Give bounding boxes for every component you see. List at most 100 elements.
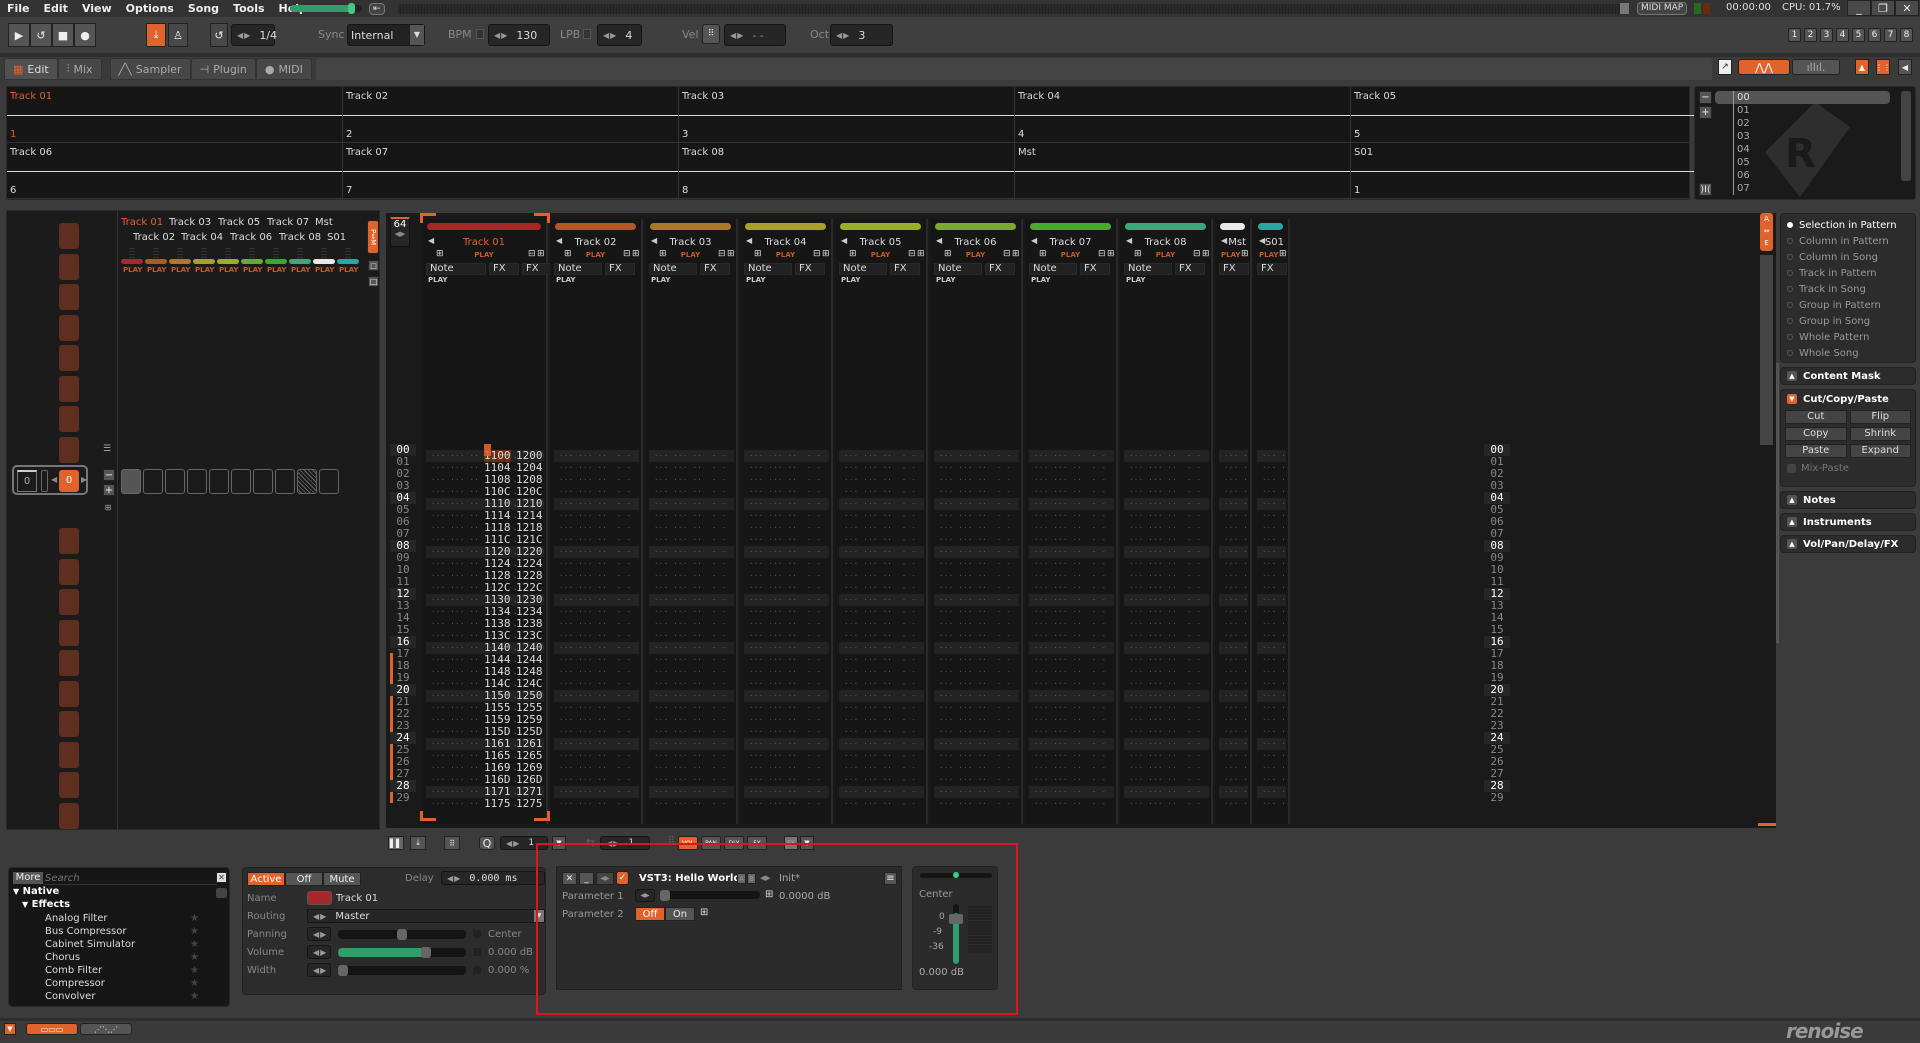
pattern-line[interactable]: ··· ··· ·· - - . . ··· ···: [1124, 498, 1209, 510]
pattern-line[interactable]: ··· ··· ·· - - . . ··· ···: [1124, 558, 1209, 570]
pattern-line[interactable]: ··· ··· ·· - - . . ··· ···: [744, 786, 829, 798]
slider-knob[interactable]: [660, 890, 670, 901]
pattern-line[interactable]: ··· ··· ·· - - . . ··· ···: [1124, 534, 1209, 546]
mini-mixer-color-bar[interactable]: [121, 259, 143, 264]
fx-column-header[interactable]: FX: [605, 263, 635, 275]
matrix-slot[interactable]: Track 06 6: [7, 143, 343, 199]
track-column[interactable]: ◀ Track 03 PLAY ⊞ ⊟ ⊞ Note FX PLAY ··· ··· ·· - …: [645, 219, 738, 824]
pattern-line[interactable]: ··· ··· ·· - - . . ··· ···: [649, 522, 734, 534]
width-stepper[interactable]: ◀▶: [307, 963, 331, 977]
tab-plugin[interactable]: ⊣ Plugin: [190, 58, 256, 80]
remove-fx-column-icon[interactable]: ⊟: [813, 249, 821, 259]
detach-button[interactable]: ↗: [1718, 59, 1732, 75]
stepper-arrows-icon[interactable]: ◀▶: [506, 839, 520, 848]
pattern-line[interactable]: ··· ··· ·· - - . . ··· ···: [649, 618, 734, 630]
fx-column-header[interactable]: FX: [890, 263, 920, 275]
pattern-line[interactable]: ··· ··· ·· - - . . ··· ···: [744, 726, 829, 738]
fx-value-1[interactable]: 113C: [484, 630, 511, 642]
right-panel-scrollbar[interactable]: [1776, 363, 1779, 643]
fx-value-2[interactable]: 1275: [516, 798, 543, 810]
pattern-line[interactable]: ··· ··· ·· - - . . ··· ···: [649, 570, 734, 582]
pattern-line[interactable]: ··· ··· ·· - - . . ··· ···: [839, 486, 924, 498]
pattern-line[interactable]: ··· ··· ·· - - . . ··· ···: [934, 666, 1019, 678]
pattern-line[interactable]: ··· ···: [1257, 762, 1286, 774]
mini-mixer-color-bar[interactable]: [289, 259, 311, 264]
fx-value-1[interactable]: 1169: [484, 762, 511, 774]
midi-map-button[interactable]: MIDI MAP: [1637, 2, 1688, 15]
device-move-arrows[interactable]: ◀▶: [596, 872, 614, 885]
pattern-line[interactable]: ··· ··· ·· - - . . ··· ···: [934, 474, 1019, 486]
mask-vol-button[interactable]: VOL: [678, 836, 698, 850]
pattern-line[interactable]: ··· ··· ·· - - . . ··· ···: [744, 474, 829, 486]
fader-knob[interactable]: [949, 914, 963, 924]
pattern-line[interactable]: ··· ··· ·· - - . . ··· ···: [934, 570, 1019, 582]
play-button[interactable]: ▶: [8, 23, 30, 47]
pattern-line[interactable]: ··· ··· ·· - - . . ··· ···: [649, 450, 734, 462]
pattern-line[interactable]: ··· ··· ·· - - . . ··· ···: [554, 642, 639, 654]
pattern-line[interactable]: ··· ··· ·· - - . . ··· ···: [934, 726, 1019, 738]
track-color-bar[interactable]: [650, 223, 731, 230]
sequence-block[interactable]: [59, 619, 79, 646]
volume-stepper[interactable]: ◀▶: [307, 945, 331, 959]
sequence-block[interactable]: [59, 375, 79, 402]
favorite-star-icon[interactable]: ★: [190, 912, 199, 925]
pattern-line[interactable]: ··· ··· ·· - - . . ··· ···: [649, 462, 734, 474]
volume-slider[interactable]: [338, 947, 466, 958]
pattern-line[interactable]: ··· ···: [1219, 750, 1248, 762]
mute-button[interactable]: Mute: [323, 872, 361, 886]
block-loop-field[interactable]: ◀▶ 1/4: [231, 24, 277, 46]
pattern-line[interactable]: ··· ··· ·· - - . . ··· ···: [744, 522, 829, 534]
add-note-column-icon[interactable]: ⊞: [659, 249, 667, 259]
sequence-plus-button[interactable]: +: [103, 484, 115, 496]
pattern-line[interactable]: ··· ··· ·· - - . . ··· ···: [1029, 642, 1114, 654]
pattern-line[interactable]: ··· ··· ·· - - . . ··· ···: [649, 738, 734, 750]
pattern-line[interactable]: ··· ···: [1257, 498, 1286, 510]
pattern-line[interactable]: ··· ··· ·· - - . . 1104 1204: [426, 462, 544, 474]
pattern-line[interactable]: ··· ··· ·· - - . . ··· ···: [934, 774, 1019, 786]
pattern-line[interactable]: ··· ··· ·· - - . . ··· ···: [1029, 582, 1114, 594]
pattern-line[interactable]: ··· ··· ·· - - . . ··· ···: [934, 618, 1019, 630]
pattern-line[interactable]: ··· ···: [1219, 486, 1248, 498]
pattern-line[interactable]: ··· ··· ·· - - . . 113C 123C: [426, 630, 544, 642]
pattern-line[interactable]: ··· ··· ·· - - . . ··· ···: [1124, 726, 1209, 738]
mini-mixer-color-bar[interactable]: [241, 259, 263, 264]
menu-edit[interactable]: Edit: [37, 2, 75, 15]
master-volume-slider[interactable]: [290, 3, 362, 14]
stepper-arrows-icon[interactable]: ◀▶: [836, 31, 850, 40]
slider-knob[interactable]: [397, 929, 407, 940]
pattern-line[interactable]: ··· ··· ·· - - . . ··· ···: [649, 786, 734, 798]
fx-value-2[interactable]: 1238: [516, 618, 543, 630]
pattern-line[interactable]: ··· ··· ·· - - . . ··· ···: [839, 450, 924, 462]
track-name[interactable]: Mst: [1215, 237, 1250, 248]
cut-button[interactable]: Cut: [1785, 410, 1847, 424]
track-color-bar[interactable]: [840, 223, 921, 230]
pattern-line[interactable]: ··· ··· ·· - - . . ··· ···: [554, 570, 639, 582]
track-column[interactable]: ◀ Track 05 PLAY ⊞ ⊟ ⊞ Note FX PLAY ··· ··· ·· - …: [835, 219, 928, 824]
pattern-slot[interactable]: [231, 469, 251, 494]
track-color-bar[interactable]: [1220, 223, 1245, 230]
pattern-line[interactable]: ··· ··· ·· - - . . ··· ···: [554, 594, 639, 606]
remove-fx-column-icon[interactable]: ⊟: [1098, 249, 1106, 259]
sequence-block[interactable]: [59, 253, 79, 280]
pattern-line[interactable]: ··· ··· ·· - - . . ··· ···: [839, 594, 924, 606]
pattern-line[interactable]: ··· ··· ·· - - . . ··· ···: [554, 714, 639, 726]
pattern-line[interactable]: ··· ··· ·· - - . . ··· ···: [934, 714, 1019, 726]
section-notes[interactable]: ▲ Notes: [1780, 491, 1916, 509]
pattern-line[interactable]: ··· ··· ·· - - . . ··· ···: [1029, 750, 1114, 762]
fx-value-1[interactable]: 1108: [484, 474, 511, 486]
mini-mixer-color-bar[interactable]: [217, 259, 239, 264]
sequence-slot[interactable]: 00: [1715, 91, 1890, 104]
pattern-line[interactable]: ··· ··· ·· - - . . ··· ···: [839, 678, 924, 690]
pattern-line[interactable]: ··· ··· ·· - - . . ··· ···: [1124, 486, 1209, 498]
layout-preset-5[interactable]: 5: [1852, 28, 1865, 42]
pattern-line[interactable]: ··· ···: [1219, 606, 1248, 618]
pattern-line[interactable]: ··· ··· ·· - - . . ··· ···: [1124, 702, 1209, 714]
effect-item[interactable]: Comb Filter ★: [13, 964, 213, 977]
mini-mixer-color-bar[interactable]: [193, 259, 215, 264]
fx-value-1[interactable]: 1140: [484, 642, 511, 654]
automation-scope-button[interactable]: ⋀⋀: [1738, 59, 1790, 75]
pattern-line[interactable]: ··· ··· ·· - - . . ··· ···: [744, 498, 829, 510]
pattern-line[interactable]: ··· ··· ·· - - . . ··· ···: [1029, 774, 1114, 786]
fx-column-header[interactable]: FX: [522, 263, 552, 275]
track-column[interactable]: ◀ Track 02 PLAY ⊞ ⊟ ⊞ Note FX PLAY ··· ··· ·· - …: [550, 219, 643, 824]
